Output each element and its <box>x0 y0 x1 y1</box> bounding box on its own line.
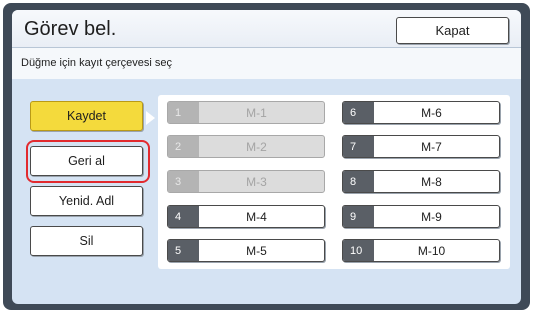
slot-number: 10 <box>343 240 374 261</box>
slot-label: M-10 <box>417 243 446 258</box>
slot-8[interactable]: 8 M-8 <box>342 170 500 193</box>
slot-number: 9 <box>343 206 374 227</box>
highlight-ring <box>26 140 150 183</box>
slot-3: 3 M-3 <box>167 170 325 193</box>
page-title: Görev bel. <box>24 18 117 40</box>
slot-number: 7 <box>343 136 374 157</box>
slot-4[interactable]: 4 M-4 <box>167 205 325 228</box>
selection-pointer <box>146 111 155 125</box>
slot-7[interactable]: 7 M-7 <box>342 135 500 158</box>
task-dialog: Görev bel. Kapat Düğme için kayıt çerçev… <box>12 10 521 304</box>
slot-label: M-8 <box>421 174 442 189</box>
slot-2: 2 M-2 <box>167 135 325 158</box>
slot-6[interactable]: 6 M-6 <box>342 101 500 124</box>
slot-label: M-1 <box>246 105 267 120</box>
slot-label: M-2 <box>246 139 267 154</box>
slot-label: M-6 <box>421 105 442 120</box>
slot-label: M-4 <box>246 209 267 224</box>
dialog-header: Görev bel. Kapat <box>12 10 521 48</box>
delete-button[interactable]: Sil <box>30 226 143 256</box>
slot-number: 8 <box>343 171 374 192</box>
slot-label: M-7 <box>421 139 442 154</box>
close-button[interactable]: Kapat <box>396 17 509 44</box>
rename-button[interactable]: Yenid. Adl <box>30 186 143 216</box>
slot-label: M-5 <box>246 243 267 258</box>
slot-1: 1 M-1 <box>167 101 325 124</box>
slot-number: 3 <box>168 171 199 192</box>
instruction-bar: Düğme için kayıt çerçevesi seç <box>12 48 521 79</box>
slot-number: 5 <box>168 240 199 261</box>
slot-label: M-9 <box>421 209 442 224</box>
slot-number: 2 <box>168 136 199 157</box>
slot-number: 1 <box>168 102 199 123</box>
slot-label: M-3 <box>246 174 267 189</box>
slot-5[interactable]: 5 M-5 <box>167 239 325 262</box>
slot-number: 6 <box>343 102 374 123</box>
slot-10[interactable]: 10 M-10 <box>342 239 500 262</box>
slot-9[interactable]: 9 M-9 <box>342 205 500 228</box>
slot-grid: 1 M-1 2 M-2 3 M-3 4 M-4 5 M-5 6 M-6 7 M-… <box>158 95 510 269</box>
save-button[interactable]: Kaydet <box>30 101 143 131</box>
slot-number: 4 <box>168 206 199 227</box>
instruction-text: Düğme için kayıt çerçevesi seç <box>21 57 172 69</box>
